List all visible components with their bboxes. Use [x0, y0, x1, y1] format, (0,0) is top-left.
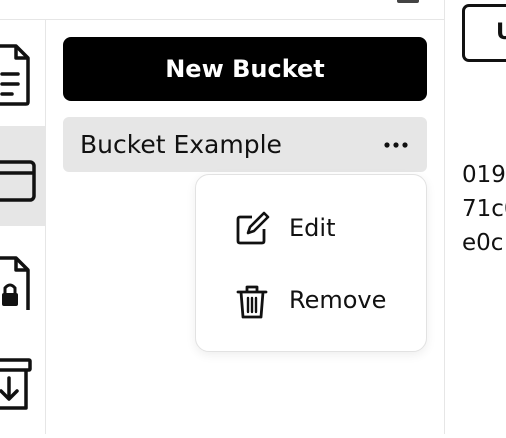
menu-item-edit[interactable]: Edit	[234, 206, 409, 250]
menu-item-label: Edit	[289, 214, 336, 242]
detail-action-button[interactable]: U	[462, 4, 506, 62]
bucket-name: Bucket Example	[80, 130, 282, 159]
sidebar-item-archive[interactable]	[0, 338, 45, 438]
top-bar-indicator	[397, 0, 419, 3]
icon-sidebar	[0, 20, 46, 434]
edit-icon	[236, 211, 270, 245]
id-line: 71c0	[462, 196, 506, 222]
id-line: e0c	[462, 230, 504, 256]
bucket-id-text: 019 71c0 e0c	[462, 158, 506, 260]
bucket-context-menu: Edit Remove	[195, 174, 427, 352]
bucket-panel: New Bucket Bucket Example Edit Remove	[46, 20, 443, 434]
detail-action-label: U	[496, 7, 506, 59]
id-line: 019	[462, 162, 506, 188]
archive-download-icon	[0, 358, 32, 410]
document-icon	[0, 44, 30, 106]
trash-icon	[236, 285, 268, 319]
menu-item-label: Remove	[289, 286, 387, 314]
detail-panel: U 019 71c0 e0c	[444, 0, 506, 434]
menu-item-remove[interactable]: Remove	[234, 278, 409, 322]
sidebar-item-secure-files[interactable]	[0, 232, 45, 332]
more-horizontal-icon	[384, 142, 408, 148]
bucket-list-item[interactable]: Bucket Example	[63, 117, 427, 172]
top-bar	[0, 0, 444, 20]
sidebar-item-documents[interactable]	[0, 20, 45, 120]
more-options-button[interactable]	[381, 133, 411, 157]
locked-document-icon	[0, 256, 30, 310]
sidebar-item-cards[interactable]	[0, 126, 45, 226]
new-bucket-button[interactable]: New Bucket	[63, 37, 427, 101]
card-icon	[0, 160, 36, 202]
